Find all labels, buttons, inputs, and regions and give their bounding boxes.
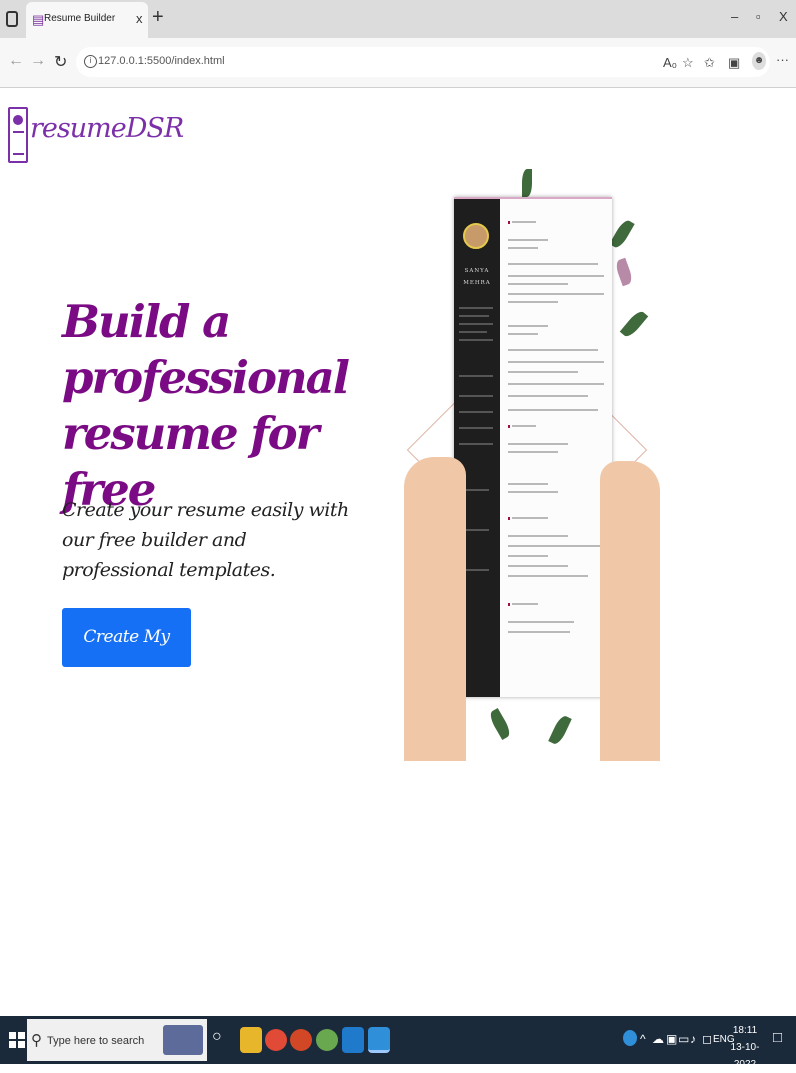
refresh-icon[interactable]: ↻ — [54, 52, 67, 72]
resume-name: SANYA MEHRA — [463, 268, 491, 286]
close-window-button[interactable]: X — [779, 9, 788, 24]
forward-arrow-icon[interactable]: → — [30, 52, 46, 70]
hero-resume-illustration: SANYA MEHRA — [404, 169, 664, 761]
tab-actions-icon[interactable] — [6, 11, 18, 27]
site-info-icon[interactable]: i — [84, 55, 97, 68]
resume-template-preview: SANYA MEHRA — [454, 197, 612, 697]
more-icon[interactable]: ··· — [776, 52, 789, 67]
leaf-decoration — [548, 713, 572, 747]
network-icon[interactable]: ▣ — [666, 1032, 677, 1046]
hero-subtitle: Create your resume easily with our free … — [62, 499, 349, 581]
cloud-icon[interactable]: ☁ — [652, 1032, 664, 1046]
taskbar-clock[interactable]: 18:11 13-10-2022 — [728, 1022, 762, 1073]
search-icon: ⚲ — [31, 1032, 42, 1049]
leaf-decoration — [522, 169, 532, 197]
leaf-decoration — [619, 308, 649, 340]
resume-document-icon — [8, 107, 28, 163]
minimize-button[interactable]: – — [731, 9, 738, 24]
url-text[interactable]: 127.0.0.1:5500/index.html — [98, 55, 225, 67]
clock-date: 13-10-2022 — [730, 1042, 760, 1070]
leaf-decoration — [613, 257, 635, 287]
read-aloud-icon[interactable]: A₀ — [663, 55, 677, 70]
new-tab-button[interactable]: + — [152, 6, 164, 29]
show-hidden-icons[interactable]: ^ — [640, 1032, 646, 1046]
right-hand — [600, 461, 660, 761]
vscode-icon[interactable] — [342, 1027, 364, 1053]
edge-icon[interactable] — [368, 1027, 390, 1053]
clock-time: 18:11 — [732, 1025, 758, 1036]
restore-button[interactable]: ▫ — [756, 9, 761, 24]
add-favorite-icon[interactable]: ☆ — [682, 55, 694, 71]
tab-title: Resume Builder — [44, 13, 116, 24]
favorites-icon[interactable]: ✩ — [704, 55, 715, 71]
browser-tab-bar: ▤ Resume Builder x + – ▫ X — [0, 0, 796, 38]
app-icon[interactable] — [316, 1029, 338, 1051]
notifications-icon[interactable]: □ — [773, 1029, 782, 1046]
windows-taskbar: ⚲ Type here to search ○ ^ ☁ ▣ ▭ ♪ ◻ ENG … — [0, 1016, 796, 1070]
search-highlight-icon[interactable] — [163, 1025, 203, 1055]
collections-icon[interactable]: ▣ — [728, 55, 740, 71]
display-icon[interactable]: ◻ — [702, 1032, 712, 1046]
resume-favicon-icon: ▤ — [32, 12, 45, 27]
file-explorer-icon[interactable] — [240, 1027, 262, 1053]
profile-icon[interactable]: ☻ — [752, 52, 766, 70]
create-resume-button[interactable]: Create My Resume — [62, 608, 191, 706]
tab-resume-builder[interactable]: ▤ Resume Builder x — [26, 2, 148, 38]
volume-icon[interactable]: ♪ — [690, 1032, 696, 1046]
address-bar-row: ← → ↻ i 127.0.0.1:5500/index.html A₀ ☆ ✩… — [0, 38, 796, 88]
hero-title: Build a professional resume for free — [62, 295, 350, 516]
logo-text: resumeDSR — [30, 113, 184, 144]
powerpoint-icon[interactable] — [290, 1029, 312, 1051]
site-logo[interactable]: resumeDSR — [8, 105, 184, 165]
search-placeholder[interactable]: Type here to search — [47, 1035, 144, 1047]
leaf-decoration — [487, 708, 513, 740]
chrome-icon[interactable] — [265, 1029, 287, 1051]
taskbar-search[interactable]: ⚲ Type here to search — [27, 1019, 207, 1061]
windows-start-icon[interactable] — [9, 1032, 25, 1048]
leaf-decoration — [609, 218, 635, 250]
url-field[interactable]: i 127.0.0.1:5500/index.html A₀ ☆ — [76, 47, 770, 77]
edge-tray-icon[interactable] — [623, 1030, 637, 1046]
left-hand — [404, 457, 466, 761]
tab-close-button[interactable]: x — [136, 11, 143, 26]
resume-photo — [463, 223, 489, 249]
cortana-icon[interactable]: ○ — [212, 1028, 222, 1046]
battery-icon[interactable]: ▭ — [678, 1032, 689, 1046]
back-arrow-icon[interactable]: ← — [8, 52, 24, 70]
page-content: resumeDSR Build a professional resume fo… — [0, 89, 796, 1015]
